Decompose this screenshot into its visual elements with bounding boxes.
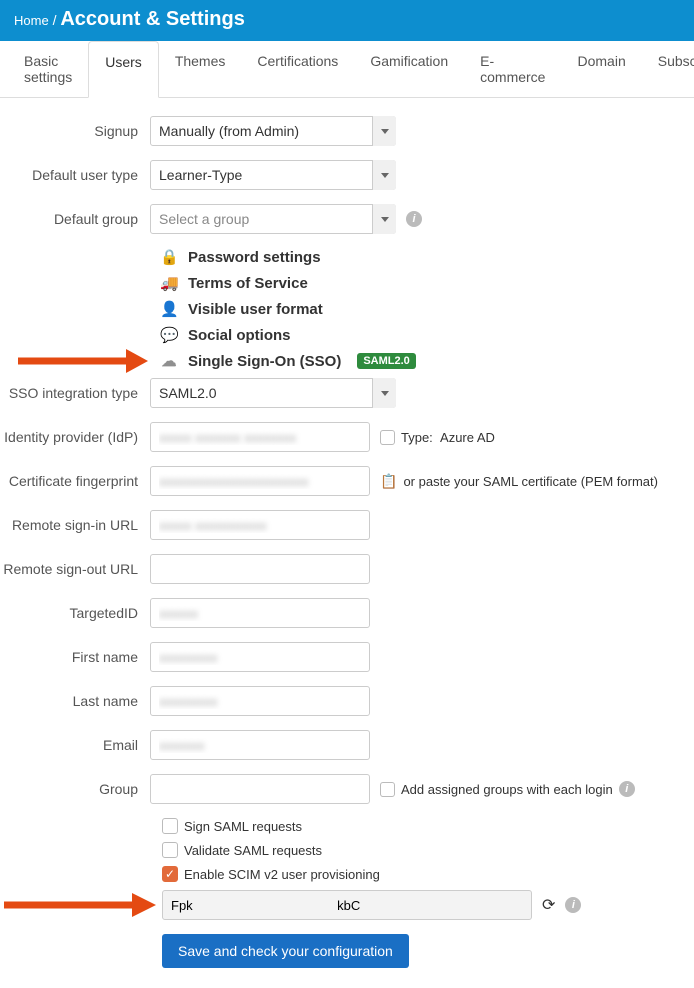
targetedid-input[interactable] (150, 598, 370, 628)
content-area: Signup Manually (from Admin) Default use… (0, 98, 694, 988)
email-label: Email (0, 737, 150, 753)
group-label: Group (0, 781, 150, 797)
validate-saml-checkbox[interactable] (162, 842, 178, 858)
section-sso[interactable]: ☁ Single Sign-On (SSO) SAML2.0 (160, 352, 694, 370)
arrow-annotation-icon (4, 891, 156, 919)
arrow-annotation-icon (18, 347, 148, 375)
idp-type-label: Type: Azure AD (401, 430, 495, 445)
default-group-select[interactable]: Select a group (150, 204, 396, 234)
targetedid-label: TargetedID (0, 605, 150, 621)
lastname-label: Last name (0, 693, 150, 709)
idp-type-checkbox[interactable] (380, 430, 395, 445)
signout-url-input[interactable] (150, 554, 370, 584)
tab-certifications[interactable]: Certifications (241, 41, 354, 97)
tab-domain[interactable]: Domain (561, 41, 641, 97)
info-icon[interactable]: i (619, 781, 635, 797)
sign-saml-label: Sign SAML requests (184, 819, 302, 834)
tab-themes[interactable]: Themes (159, 41, 242, 97)
breadcrumb-home[interactable]: Home (14, 13, 49, 28)
tab-users[interactable]: Users (88, 41, 159, 98)
enable-scim-label: Enable SCIM v2 user provisioning (184, 867, 380, 882)
page-title: Account & Settings (60, 8, 244, 30)
tab-subscription[interactable]: Subscri (642, 41, 694, 97)
default-user-type-label: Default user type (0, 167, 150, 183)
signin-url-input[interactable] (150, 510, 370, 540)
fingerprint-input[interactable] (150, 466, 370, 496)
email-input[interactable] (150, 730, 370, 760)
tab-basic-settings[interactable]: Basic settings (8, 41, 88, 97)
section-social-options[interactable]: 💬 Social options (160, 326, 694, 344)
firstname-input[interactable] (150, 642, 370, 672)
fingerprint-aux-text: or paste your SAML certificate (PEM form… (403, 474, 658, 489)
idp-label: Identity provider (IdP) (0, 429, 150, 445)
section-password-settings[interactable]: 🔒 Password settings (160, 248, 694, 266)
tab-bar: Basic settings Users Themes Certificatio… (0, 41, 694, 98)
sso-badge: SAML2.0 (357, 353, 415, 369)
save-check-button[interactable]: Save and check your configuration (162, 934, 409, 968)
sso-integration-type-select[interactable]: SAML2.0 (150, 378, 396, 408)
default-user-type-select[interactable]: Learner-Type (150, 160, 396, 190)
chat-icon: 💬 (160, 326, 178, 344)
tab-ecommerce[interactable]: E-commerce (464, 41, 561, 97)
tab-gamification[interactable]: Gamification (354, 41, 464, 97)
sso-integration-type-label: SSO integration type (0, 385, 150, 401)
info-icon[interactable]: i (565, 897, 581, 913)
section-visible-user-format[interactable]: 👤 Visible user format (160, 300, 694, 318)
truck-icon: 🚚 (160, 274, 178, 292)
signup-label: Signup (0, 123, 150, 139)
lastname-input[interactable] (150, 686, 370, 716)
idp-input[interactable] (150, 422, 370, 452)
info-icon[interactable]: i (406, 211, 422, 227)
section-terms-of-service[interactable]: 🚚 Terms of Service (160, 274, 694, 292)
paste-icon[interactable]: 📋 (380, 473, 397, 490)
validate-saml-label: Validate SAML requests (184, 843, 322, 858)
lock-icon: 🔒 (160, 248, 178, 266)
page-header: Home / Account & Settings (0, 0, 694, 41)
signout-url-label: Remote sign-out URL (0, 561, 150, 577)
scim-token-input[interactable] (162, 890, 532, 920)
signin-url-label: Remote sign-in URL (0, 517, 150, 533)
add-groups-label: Add assigned groups with each login (401, 782, 613, 797)
user-icon: 👤 (160, 300, 178, 318)
signup-select[interactable]: Manually (from Admin) (150, 116, 396, 146)
cloud-icon: ☁ (160, 352, 178, 370)
group-input[interactable] (150, 774, 370, 804)
default-group-label: Default group (0, 211, 150, 227)
firstname-label: First name (0, 649, 150, 665)
sign-saml-checkbox[interactable] (162, 818, 178, 834)
refresh-icon[interactable]: ⟳ (542, 895, 555, 915)
enable-scim-checkbox[interactable]: ✓ (162, 866, 178, 882)
add-groups-checkbox[interactable] (380, 782, 395, 797)
fingerprint-label: Certificate fingerprint (0, 473, 150, 489)
